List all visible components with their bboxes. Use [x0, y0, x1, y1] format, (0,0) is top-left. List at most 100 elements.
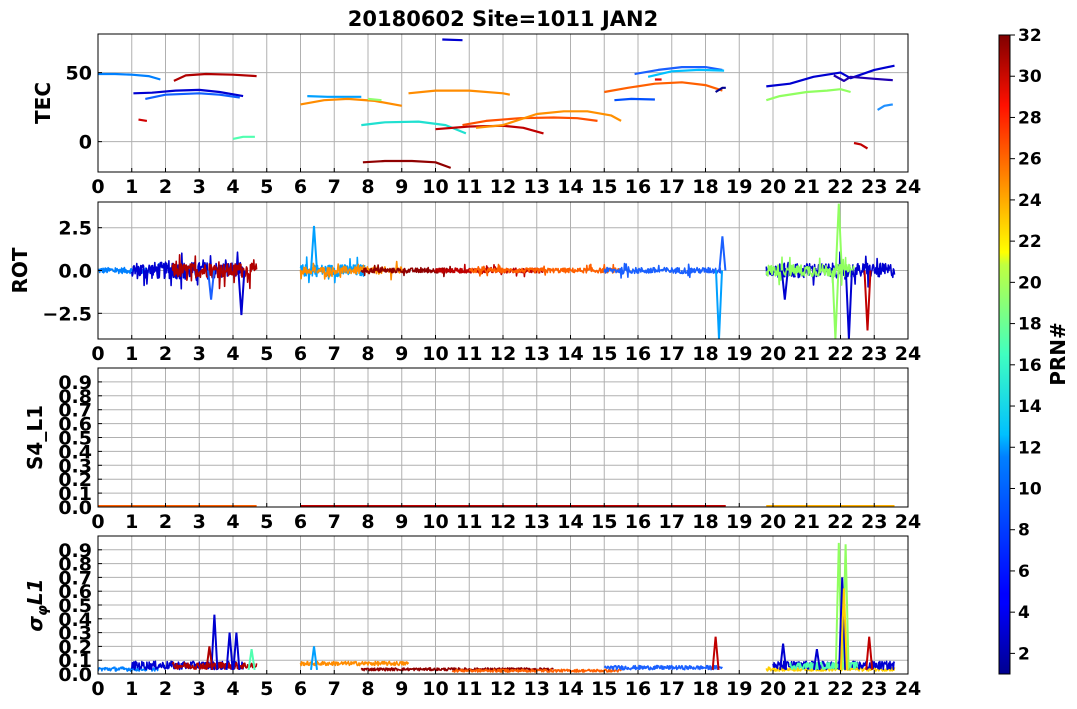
x-tick-label: 14	[557, 343, 583, 365]
tec-series-line	[138, 118, 148, 122]
sigma-spike	[247, 649, 256, 671]
sigma-data	[98, 542, 896, 673]
x-tick-label: 12	[490, 678, 516, 700]
x-tick-label: 14	[557, 176, 583, 198]
x-tick-label: 8	[361, 678, 374, 700]
y-tick-label: −2.5	[42, 303, 92, 325]
tec-series-line	[408, 89, 511, 96]
x-tick-label: 14	[557, 678, 583, 700]
x-tick-label: 0	[91, 176, 104, 198]
colorbar-tick-label: 18	[1018, 315, 1042, 335]
x-tick-label: 22	[827, 511, 853, 533]
colorbar-tick-label: 22	[1018, 232, 1042, 252]
x-tick-label: 4	[226, 511, 239, 533]
tec-panel: 0 1 2 3 4 5 6 7 8 9 10 11 12 13 14 15 16 17 18 19 20 21 22 23 24…	[31, 33, 921, 198]
colorbar-tick-label: 14	[1018, 397, 1042, 417]
x-tick-label: 24	[895, 678, 921, 700]
x-tick-label: 18	[692, 343, 718, 365]
x-tick-label: 13	[524, 678, 550, 700]
x-tick-label: 20	[760, 678, 786, 700]
x-tick-label: 1	[125, 678, 138, 700]
x-tick-label: 2	[159, 511, 172, 533]
x-tick-label: 10	[422, 343, 448, 365]
x-tick-label: 3	[193, 678, 206, 700]
x-tick-label: 23	[861, 678, 887, 700]
x-tick-label: 22	[827, 343, 853, 365]
tec-series-line	[766, 64, 895, 88]
x-tick-label: 16	[625, 176, 651, 198]
tec-series-line	[853, 141, 869, 150]
tec-series-line	[647, 68, 725, 78]
x-tick-label: 24	[895, 176, 921, 198]
tec-series-line	[300, 97, 402, 107]
y-tick-label: 0.9	[58, 372, 92, 394]
tec-series-line	[833, 74, 893, 82]
x-tick-label: 9	[395, 511, 408, 533]
x-tick-label: 16	[625, 343, 651, 365]
tec-ylabel: TEC	[31, 82, 55, 124]
x-tick-label: 11	[456, 343, 482, 365]
x-tick-label: 19	[726, 176, 752, 198]
x-tick-label: 21	[794, 343, 820, 365]
x-tick-label: 22	[827, 176, 853, 198]
x-tick-label: 20	[760, 511, 786, 533]
y-tick-label: 0.9	[58, 540, 92, 562]
sigma-spike	[310, 646, 318, 671]
rot-spike	[831, 270, 840, 339]
x-tick-label: 1	[125, 511, 138, 533]
x-tick-label: 18	[692, 678, 718, 700]
y-tick-label: 0	[79, 132, 92, 154]
tec-series-line	[98, 72, 161, 81]
x-tick-label: 23	[861, 176, 887, 198]
x-tick-label: 13	[524, 176, 550, 198]
x-tick-label: 15	[591, 678, 617, 700]
colorbar-tick-label: 16	[1018, 356, 1042, 376]
x-tick-label: 7	[328, 176, 341, 198]
x-tick-label: 6	[294, 176, 307, 198]
tec-series-line	[462, 116, 598, 127]
sigma-panel: 0 1 2 3 4 5 6 7 8 9 10 11 12 13 14 15 16 17 18 19 20 21 22 23 24…	[23, 535, 921, 700]
colorbar-gradient	[998, 34, 1011, 675]
x-tick-label: 24	[895, 511, 921, 533]
rot-spike	[718, 236, 727, 271]
x-tick-label: 24	[895, 343, 921, 365]
colorbar-tick-label: 12	[1018, 438, 1042, 458]
x-tick-label: 18	[692, 176, 718, 198]
figure: 20180602 Site=1011 JAN2 0 1 2 3 4 5 6 7 8 9 10 11 12…	[8, 7, 1070, 700]
sigma-spike	[711, 636, 720, 670]
x-tick-label: 13	[524, 511, 550, 533]
x-tick-label: 19	[726, 511, 752, 533]
s4-ylabel: S4_L1	[23, 405, 47, 470]
x-tick-label: 7	[328, 511, 341, 533]
tec-series-line	[877, 103, 893, 111]
y-tick-label: 0.0	[58, 261, 92, 283]
x-tick-label: 15	[591, 511, 617, 533]
x-tick-label: 11	[456, 511, 482, 533]
x-tick-label: 9	[395, 176, 408, 198]
x-tick-label: 21	[794, 176, 820, 198]
colorbar-tick-label: 2	[1018, 644, 1030, 664]
x-tick-label: 12	[490, 343, 516, 365]
x-tick-label: 11	[456, 678, 482, 700]
x-tick-label: 0	[91, 511, 104, 533]
sigma-grid	[97, 536, 909, 675]
rot-spike	[715, 270, 723, 339]
x-tick-label: 17	[659, 343, 685, 365]
colorbar-tick-label: 28	[1018, 108, 1042, 128]
tec-series-line	[765, 88, 851, 102]
x-tick-label: 17	[659, 176, 685, 198]
tec-data	[98, 38, 895, 169]
x-tick-label: 0	[91, 678, 104, 700]
x-tick-label: 1	[125, 343, 138, 365]
x-tick-label: 12	[490, 176, 516, 198]
x-tick-label: 16	[625, 678, 651, 700]
x-tick-label: 22	[827, 678, 853, 700]
sigma-ylabel: σφL1	[23, 578, 51, 631]
tec-series-line	[307, 95, 362, 98]
tec-series-line	[367, 97, 382, 102]
colorbar-tick-label: 10	[1018, 479, 1042, 499]
x-tick-label: 20	[760, 176, 786, 198]
rot-panel: 0 1 2 3 4 5 6 7 8 9 10 11 12 13 14 15 16 17 18 19 20 21 22 23 24…	[8, 201, 921, 365]
figure-title: 20180602 Site=1011 JAN2	[348, 7, 658, 31]
x-tick-label: 7	[328, 678, 341, 700]
